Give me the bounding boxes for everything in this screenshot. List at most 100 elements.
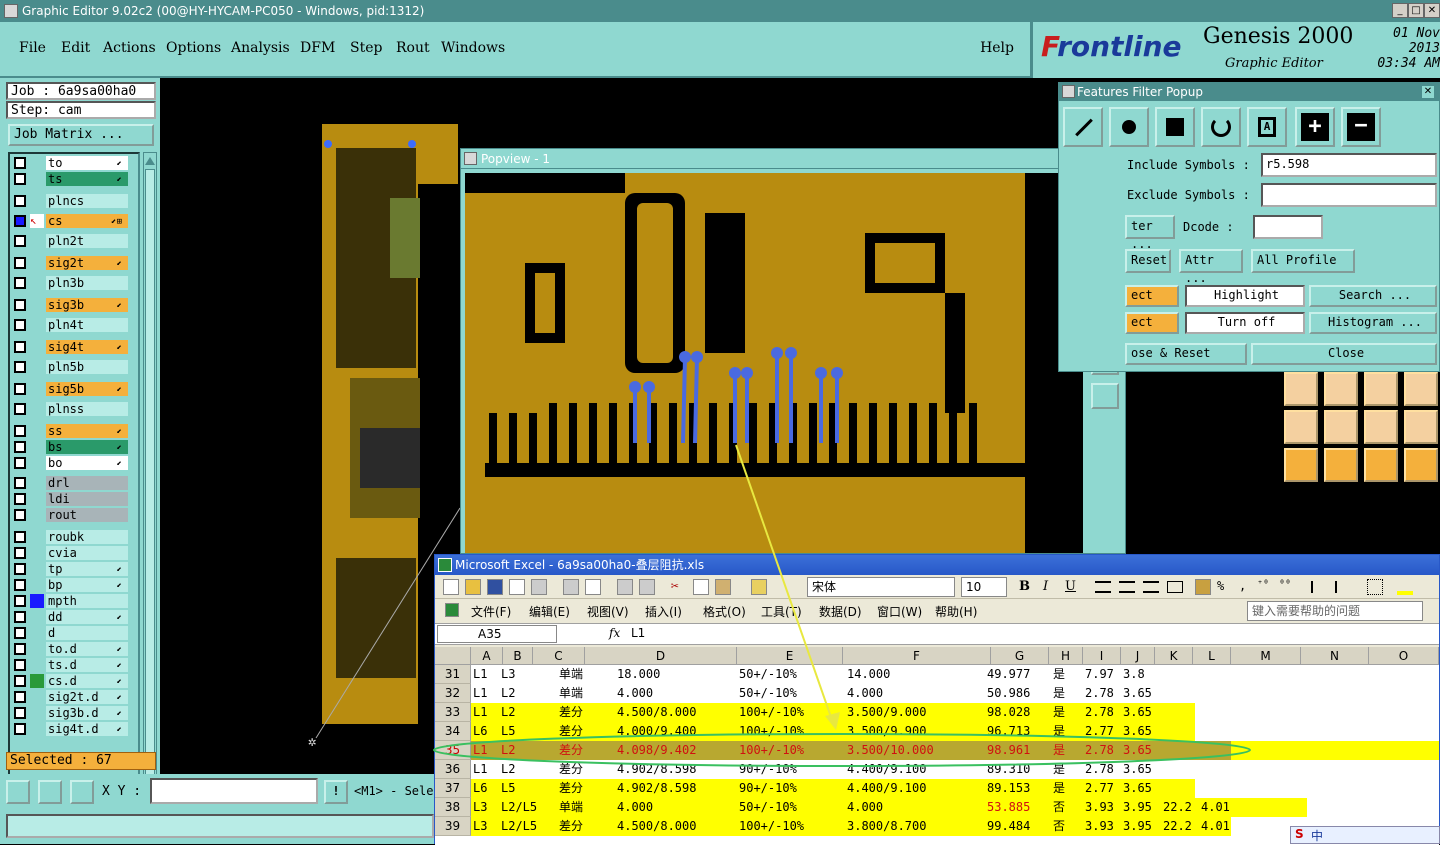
italic-icon[interactable]: I: [1043, 579, 1048, 594]
table-cell[interactable]: 差分: [559, 817, 583, 836]
layer-row[interactable]: sig2t.d ⬋: [10, 690, 138, 704]
layer-row[interactable]: cs.d ⬋: [10, 674, 138, 688]
exclude-symbols-input[interactable]: [1261, 183, 1437, 207]
table-cell[interactable]: 100+/-10%: [739, 722, 804, 741]
font-size-select[interactable]: 10: [961, 577, 1007, 597]
table-cell[interactable]: 4.400/9.100: [847, 760, 926, 779]
pcb-canvas[interactable]: ✲: [160, 78, 461, 774]
copy-icon[interactable]: [693, 579, 709, 595]
excel-menu-format[interactable]: 格式(O): [703, 603, 746, 620]
grid-icon[interactable]: [70, 780, 94, 804]
spreadsheet-grid[interactable]: A B C D E F G H I J K L M N O 31 L1 L3 单端 18.000 50+/-10% 14.…: [435, 647, 1439, 845]
layer-checkbox[interactable]: [14, 235, 26, 247]
bold-icon[interactable]: B: [1019, 579, 1030, 594]
table-cell[interactable]: L5: [501, 779, 515, 798]
table-cell[interactable]: 22.2: [1163, 817, 1192, 836]
table-cell[interactable]: 3.95: [1123, 798, 1152, 817]
table-cell[interactable]: 4.000: [617, 798, 653, 817]
menu-rout[interactable]: Rout: [396, 40, 430, 56]
table-cell[interactable]: 是: [1053, 684, 1065, 703]
layer-name[interactable]: bo ⬋: [46, 456, 128, 470]
layer-name[interactable]: sig4t ⬋: [46, 340, 128, 354]
table-cell[interactable]: 4.500/8.000: [617, 817, 696, 836]
layer-checkbox[interactable]: [14, 627, 26, 639]
layer-row[interactable]: ss ⬋: [10, 424, 138, 438]
layer-row[interactable]: pln3b: [10, 276, 138, 290]
table-cell[interactable]: L2: [501, 760, 515, 779]
table-cell[interactable]: 3.95: [1123, 817, 1152, 836]
table-row[interactable]: 33 L1 L2 差分 4.500/8.000 100+/-10% 3.500/9.000 9…: [435, 703, 1439, 722]
pad-symbol-icon[interactable]: [1109, 107, 1149, 147]
excel-menu-view[interactable]: 视图(V): [587, 603, 629, 620]
pointer-box-icon[interactable]: [1324, 448, 1358, 482]
table-cell[interactable]: 4.000/9.400: [617, 722, 696, 741]
table-cell[interactable]: 3.65: [1123, 760, 1152, 779]
borders-icon[interactable]: [1367, 579, 1383, 595]
menu-help[interactable]: Help: [980, 40, 1014, 56]
row-header[interactable]: 32: [435, 684, 471, 703]
menu-step[interactable]: Step: [350, 40, 382, 56]
table-row[interactable]: 32 L1 L2 单端 4.000 50+/-10% 4.000 50.986 是 2.78 3.6…: [435, 684, 1439, 703]
table-cell[interactable]: L5: [501, 722, 515, 741]
table-cell[interactable]: 差分: [559, 779, 583, 798]
layer-name[interactable]: bp ⬋: [46, 578, 128, 592]
table-cell[interactable]: 100+/-10%: [739, 703, 804, 722]
layer-row[interactable]: sig3b ⬋: [10, 298, 138, 312]
permission-icon[interactable]: [509, 579, 525, 595]
layer-name[interactable]: ldi: [46, 492, 128, 506]
layer-name[interactable]: plnss: [46, 402, 128, 416]
column-header[interactable]: M: [1231, 647, 1301, 665]
layer-row[interactable]: dd ⬋: [10, 610, 138, 624]
ffp-close-icon[interactable]: ✕: [1421, 85, 1435, 99]
table-cell[interactable]: 49.977: [987, 665, 1030, 684]
layer-row[interactable]: sig2t ⬋: [10, 256, 138, 270]
table-cell[interactable]: 4.01: [1201, 817, 1230, 836]
table-row[interactable]: 34 L6 L5 差分 4.000/9.400 100+/-10% 3.500/9.900 9…: [435, 722, 1439, 741]
layer-name[interactable]: pln4t: [46, 318, 128, 332]
row-header[interactable]: 31: [435, 665, 471, 684]
research-icon[interactable]: [639, 579, 655, 595]
print-preview-icon[interactable]: [585, 579, 601, 595]
tri-resize-icon[interactable]: [1404, 410, 1438, 444]
font-name-select[interactable]: 宋体: [807, 577, 955, 597]
layer-name[interactable]: sig5b ⬋: [46, 382, 128, 396]
layer-checkbox[interactable]: [14, 493, 26, 505]
layer-name[interactable]: to.d ⬋: [46, 642, 128, 656]
table-cell[interactable]: 3.65: [1123, 722, 1152, 741]
select-all-corner[interactable]: [435, 647, 471, 665]
excel-menu-data[interactable]: 数据(D): [819, 603, 862, 620]
layer-name[interactable]: ss ⬋: [46, 424, 128, 438]
table-row[interactable]: 38 L3 L2/L5 单端 4.000 50+/-10% 4.000 53.885 否 3.93…: [435, 798, 1439, 817]
table-cell[interactable]: 2.77: [1085, 722, 1114, 741]
table-cell[interactable]: 3.8: [1123, 665, 1145, 684]
layer-checkbox[interactable]: [14, 173, 26, 185]
layer-row[interactable]: ts ⬋: [10, 172, 138, 186]
layer-row[interactable]: pln5b: [10, 360, 138, 374]
table-row[interactable]: 31 L1 L3 单端 18.000 50+/-10% 14.000 49.977 是 7.97 3…: [435, 665, 1439, 684]
layer-row[interactable]: mpth: [10, 594, 138, 608]
layer-checkbox[interactable]: [14, 659, 26, 671]
minimize-button[interactable]: _: [1392, 3, 1408, 18]
highlight-toggle[interactable]: Highlight: [1185, 285, 1305, 307]
layer-row[interactable]: rout: [10, 508, 138, 522]
menu-file[interactable]: File: [19, 40, 46, 56]
table-cell[interactable]: 89.153: [987, 779, 1030, 798]
turn-off-toggle[interactable]: Turn off: [1185, 312, 1305, 334]
column-header[interactable]: N: [1301, 647, 1369, 665]
attr-button[interactable]: Attr ...: [1179, 249, 1243, 285]
ime-logo-icon[interactable]: S: [1295, 827, 1304, 841]
excel-doc-icon[interactable]: [445, 603, 459, 617]
table-cell[interactable]: 3.93: [1085, 798, 1114, 817]
table-cell[interactable]: 是: [1053, 722, 1065, 741]
layer-checkbox[interactable]: [14, 299, 26, 311]
layer-checkbox[interactable]: [14, 425, 26, 437]
table-cell[interactable]: 7.97: [1085, 665, 1114, 684]
layer-row[interactable]: pln4t: [10, 318, 138, 332]
menu-actions[interactable]: Actions: [103, 40, 156, 56]
table-cell[interactable]: 3.65: [1123, 779, 1152, 798]
table-cell[interactable]: 单端: [559, 684, 583, 703]
layer-checkbox[interactable]: [14, 595, 26, 607]
table-cell[interactable]: 4.098/9.402: [617, 741, 696, 760]
line-symbol-icon[interactable]: [1063, 107, 1103, 147]
layer-checkbox[interactable]: [14, 579, 26, 591]
